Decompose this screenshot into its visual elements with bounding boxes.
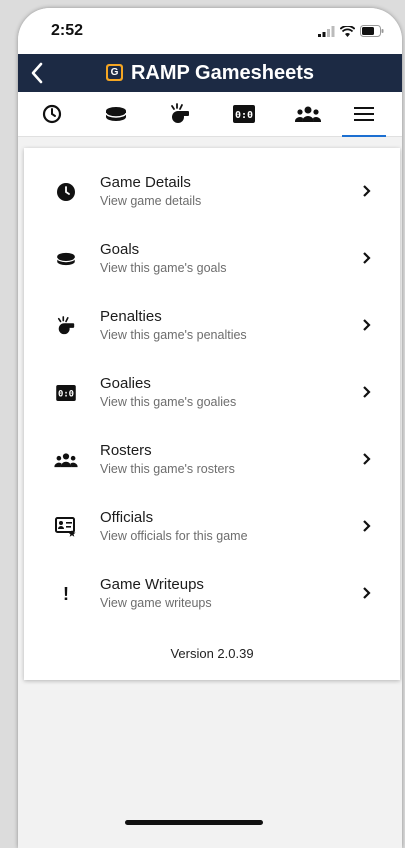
menu-item-game-writeups[interactable]: ! Game Writeups View game writeups (24, 566, 400, 626)
menu-item-game-details[interactable]: Game Details View game details (24, 164, 400, 224)
menu-item-subtitle: View this game's goals (100, 261, 227, 275)
scoreboard-icon: 0:0 (56, 385, 76, 401)
tab-bar: 0:0 (18, 92, 402, 137)
status-time: 2:52 (51, 22, 84, 39)
menu-item-title: Goalies (100, 375, 151, 392)
wifi-icon (340, 25, 355, 37)
battery-icon (360, 25, 384, 37)
menu-item-title: Game Details (100, 174, 191, 191)
exclamation-icon: ! (63, 583, 69, 604)
menu-item-title: Penalties (100, 308, 162, 325)
menu-item-title: Goals (100, 241, 140, 258)
puck-icon (105, 107, 127, 121)
team-icon (54, 453, 78, 468)
menu-item-subtitle: View officials for this game (100, 529, 248, 543)
menu-item-penalties[interactable]: Penalties View this game's penalties (24, 298, 400, 358)
chevron-right-icon (363, 319, 371, 331)
tab-penalties[interactable] (158, 92, 202, 136)
tab-menu[interactable] (342, 92, 386, 137)
menu-item-title: Game Writeups (100, 576, 204, 593)
menu-item-goals[interactable]: Goals View this game's goals (24, 231, 400, 291)
menu-item-title: Rosters (100, 442, 152, 459)
menu-item-subtitle: View game writeups (100, 596, 212, 610)
menu-item-title: Officials (100, 509, 154, 526)
menu-item-rosters[interactable]: Rosters View this game's rosters (24, 432, 400, 492)
scoreboard-icon: 0:0 (233, 105, 255, 123)
svg-text:0:0: 0:0 (58, 390, 74, 400)
menu-item-officials[interactable]: Officials View officials for this game (24, 499, 400, 559)
tab-goals[interactable] (94, 92, 138, 136)
tab-rosters[interactable] (286, 92, 330, 136)
tab-game-details[interactable] (30, 92, 74, 136)
status-bar: 2:52 (18, 8, 402, 54)
chevron-right-icon (363, 520, 371, 532)
status-icons (318, 25, 384, 37)
chevron-right-icon (363, 453, 371, 465)
app-title-text: RAMP Gamesheets (130, 62, 315, 84)
home-indicator[interactable] (125, 820, 263, 825)
svg-text:0:0: 0:0 (235, 110, 253, 121)
clock-icon (57, 183, 75, 201)
menu-item-subtitle: View this game's penalties (100, 328, 247, 342)
tab-goalies[interactable]: 0:0 (222, 92, 266, 136)
puck-icon (56, 252, 76, 266)
chevron-right-icon (363, 185, 371, 197)
whistle-icon (57, 316, 75, 335)
chevron-right-icon (363, 252, 371, 264)
app-header: G RAMP Gamesheets (18, 54, 402, 92)
page-title: G RAMP Gamesheets (18, 62, 402, 85)
chevron-right-icon (363, 587, 371, 599)
official-badge-icon (55, 517, 76, 537)
version-label: Version 2.0.39 (170, 646, 254, 661)
phone-screen: 2:52 G RAMP Gamesheets 0:0 Game Details … (18, 8, 402, 848)
whistle-icon (171, 103, 189, 123)
menu-item-subtitle: View this game's goalies (100, 395, 237, 409)
clock-icon (42, 104, 62, 124)
menu-item-subtitle: View this game's rosters (100, 462, 235, 476)
menu-item-goalies[interactable]: 0:0 Goalies View this game's goalies (24, 365, 400, 425)
menu-card: Game Details View game details Goals Vie… (24, 148, 400, 680)
menu-item-subtitle: View game details (100, 194, 202, 208)
signal-icon (318, 25, 335, 37)
team-icon (295, 106, 321, 122)
chevron-right-icon (363, 386, 371, 398)
menu-icon (354, 107, 374, 121)
app-logo-icon: G (105, 64, 123, 81)
